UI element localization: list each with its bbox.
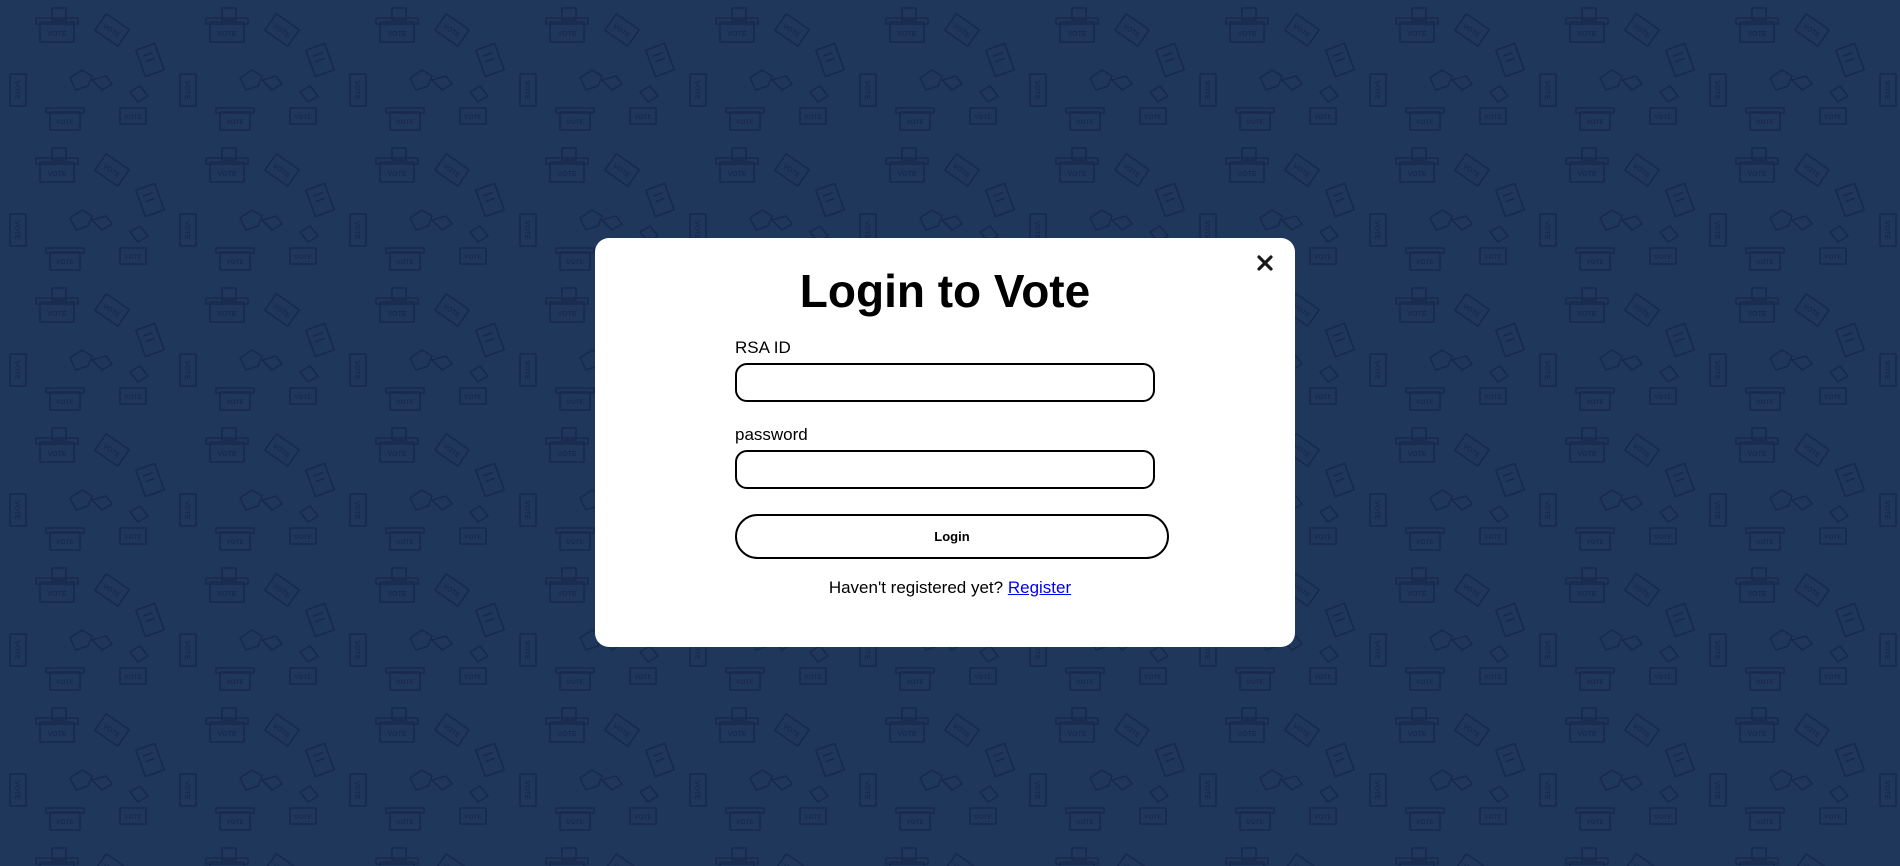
login-button[interactable]: Login: [735, 514, 1169, 559]
login-modal: Login to Vote RSA ID password Login Have…: [595, 238, 1295, 647]
page-title: Login to Vote: [799, 265, 1091, 317]
rsa-id-input[interactable]: [735, 363, 1155, 402]
password-input[interactable]: [735, 450, 1155, 489]
register-link[interactable]: Register: [1008, 578, 1071, 597]
register-prompt-row: Haven't registered yet? Register: [595, 578, 1295, 598]
rsa-id-label: RSA ID: [735, 338, 791, 357]
register-prompt-text: Haven't registered yet?: [828, 578, 1008, 597]
password-label: password: [735, 425, 808, 444]
